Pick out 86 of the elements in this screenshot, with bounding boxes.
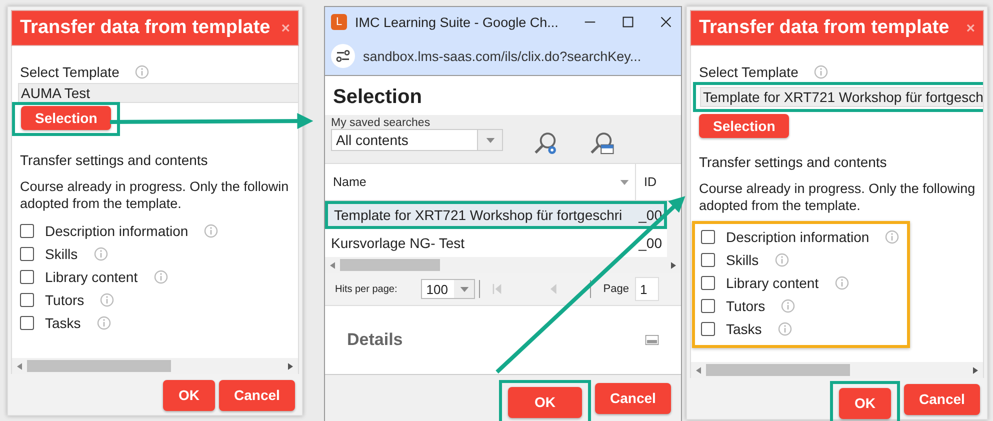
scroll-right-icon[interactable] [973, 366, 978, 374]
option-label: Tutors [45, 292, 84, 308]
info-icon[interactable] [154, 270, 168, 284]
table-cell-text: _00 [638, 235, 663, 251]
checkbox[interactable] [701, 276, 715, 290]
horizontal-scrollbar[interactable] [325, 257, 681, 273]
search-settings-icon[interactable] [533, 131, 559, 157]
horizontal-scrollbar[interactable] [12, 358, 298, 374]
horizontal-scrollbar[interactable] [691, 362, 983, 378]
app-icon: L [331, 14, 347, 30]
site-settings-icon[interactable] [331, 44, 355, 68]
option-label: Library content [45, 268, 138, 284]
cancel-button[interactable]: Cancel [595, 382, 671, 414]
checkbox[interactable] [701, 298, 715, 312]
checkbox[interactable] [20, 270, 34, 284]
info-icon[interactable] [204, 224, 218, 238]
info-icon[interactable] [781, 298, 796, 312]
info-icon[interactable] [834, 276, 849, 290]
info-icon[interactable] [774, 252, 789, 266]
option-label: Skills [726, 252, 759, 268]
collapse-icon[interactable] [645, 335, 659, 345]
window-title: IMC Learning Suite - Google Ch... [355, 14, 558, 30]
ok-button[interactable]: OK [839, 388, 891, 418]
maximize-icon[interactable] [622, 16, 634, 28]
dialog-title: Transfer data from template [20, 17, 270, 39]
panel-title: Details [347, 330, 403, 350]
table-cell-text: Template for XRT721 Workshop für fortgeschri [333, 207, 624, 223]
selection-button[interactable]: Selection [21, 106, 112, 130]
option-label: Tasks [45, 314, 81, 330]
page-heading: Selection [332, 85, 423, 110]
note-text: Course already in progress. Only the followin [20, 178, 290, 195]
hits-per-page-dropdown[interactable]: 100 [421, 279, 476, 299]
scroll-right-icon[interactable] [671, 262, 676, 268]
option-label: Description information [726, 228, 870, 244]
field-label: Select Template [20, 64, 120, 80]
table-cell-text: Kursvorlage NG- Test [330, 235, 466, 251]
field-label: Select Template [699, 64, 798, 80]
option-label: Tutors [726, 298, 766, 314]
option-label: Skills [45, 246, 78, 262]
info-icon[interactable] [135, 65, 150, 79]
template-field[interactable]: Template for XRT721 Workshop für fortgesch [700, 87, 983, 107]
table-row[interactable]: Kursvorlage NG- Test _00 [325, 229, 667, 257]
checkbox[interactable] [701, 322, 715, 336]
dialog-title: Transfer data from template [699, 17, 950, 39]
saved-search-dropdown[interactable]: All contents [331, 129, 503, 151]
checkbox[interactable] [20, 224, 34, 238]
checkbox[interactable] [20, 292, 34, 306]
page-input[interactable]: 1 [634, 277, 659, 301]
ok-button[interactable]: OK [508, 386, 582, 418]
column-header[interactable]: Name [325, 175, 620, 189]
option-label: Tasks [726, 320, 762, 336]
selection-button[interactable]: Selection [699, 114, 790, 138]
caret-icon [486, 138, 494, 142]
cancel-button[interactable]: Cancel [219, 380, 295, 410]
option-label: Description information [45, 222, 188, 238]
field-label: My saved searches [331, 117, 432, 129]
search-panel-icon[interactable] [589, 131, 615, 157]
template-field[interactable]: AUMA Test [18, 83, 298, 103]
checkbox[interactable] [20, 316, 34, 330]
info-icon[interactable] [885, 230, 900, 244]
info-icon[interactable] [100, 292, 114, 306]
ok-button[interactable]: OK [163, 380, 215, 410]
column-header[interactable]: ID [635, 164, 681, 200]
section-title: Transfer settings and contents [20, 152, 209, 168]
checkbox[interactable] [701, 252, 715, 266]
caret-icon [460, 286, 469, 292]
scroll-left-icon[interactable] [17, 362, 22, 370]
note-text: adopted from the template. [699, 197, 862, 214]
option-label: Library content [726, 274, 819, 290]
checkbox[interactable] [701, 230, 715, 244]
sort-caret-icon[interactable] [620, 180, 629, 184]
checkbox[interactable] [20, 246, 34, 260]
note-text: adopted from the template. [20, 195, 182, 212]
info-icon[interactable] [778, 322, 792, 336]
scroll-left-icon[interactable] [696, 366, 701, 374]
info-icon[interactable] [94, 246, 108, 260]
close-icon[interactable] [660, 16, 672, 28]
info-icon[interactable] [814, 65, 828, 79]
field-label: Page [603, 283, 629, 295]
section-title: Transfer settings and contents [699, 154, 888, 170]
scroll-right-icon[interactable] [288, 362, 293, 370]
note-text: Course already in progress. Only the following [699, 180, 976, 197]
scroll-left-icon[interactable] [330, 262, 335, 268]
info-icon[interactable] [96, 316, 111, 330]
cancel-button[interactable]: Cancel [904, 384, 980, 414]
field-label: Hits per page: [335, 284, 398, 294]
